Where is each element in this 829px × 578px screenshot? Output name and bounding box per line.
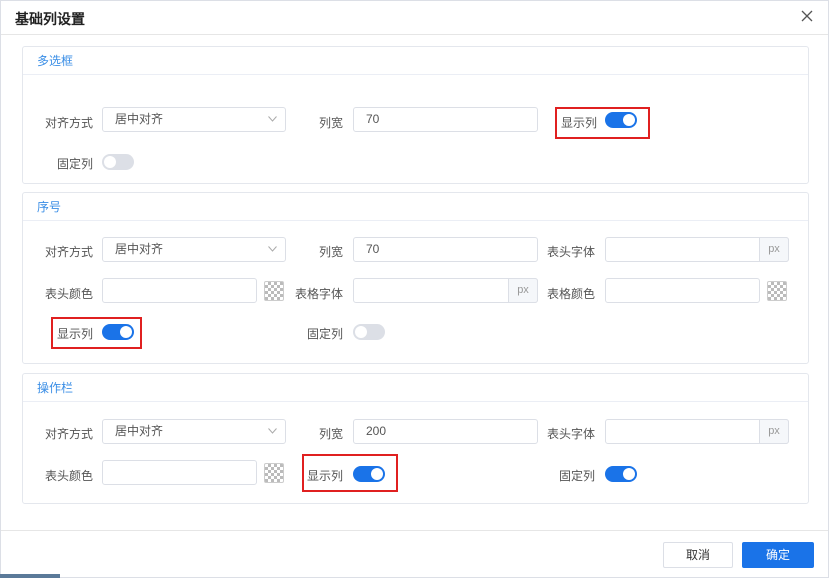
cell-color-label: 表格颜色 [546,287,595,301]
header-color-input[interactable] [102,278,257,303]
color-picker-icon[interactable] [264,281,284,301]
width-input[interactable]: 200 [353,419,538,444]
fixed-column-label: 固定列 [57,157,94,171]
width-value: 70 [366,112,380,126]
px-suffix: px [759,419,789,444]
fixed-column-toggle[interactable] [353,324,385,340]
width-label: 列宽 [318,245,343,259]
align-label: 对齐方式 [44,116,93,130]
align-label: 对齐方式 [44,245,93,259]
align-value: 居中对齐 [115,242,164,256]
color-picker-icon[interactable] [767,281,787,301]
align-label: 对齐方式 [44,427,93,441]
confirm-button[interactable]: 确定 [742,542,814,568]
header-font-label: 表头字体 [546,427,595,441]
cancel-button[interactable]: 取消 [663,542,733,568]
highlight-box [51,317,142,349]
dialog-header: 基础列设置 [1,1,828,35]
px-suffix: px [508,278,538,303]
taskbar-edge [0,574,60,578]
align-select[interactable]: 居中对齐 [102,419,286,444]
cell-font-input[interactable]: px [353,278,538,303]
dialog-title: 基础列设置 [15,11,85,27]
group-title: 多选框 [23,47,808,75]
cell-color-input[interactable] [605,278,760,303]
group-title: 操作栏 [23,374,808,402]
align-value: 居中对齐 [115,424,164,438]
toggle-knob [355,326,367,338]
chevron-down-icon [268,428,277,434]
fixed-column-toggle[interactable] [605,466,637,482]
group-checkbox-column: 多选框 对齐方式 居中对齐 列宽 70 显示列 固定列 [22,46,809,184]
header-color-input[interactable] [102,460,257,485]
group-title: 序号 [23,193,808,221]
width-label: 列宽 [318,116,343,130]
header-color-label: 表头颜色 [44,469,93,483]
chevron-down-icon [268,116,277,122]
header-font-input[interactable]: px [605,419,789,444]
cell-font-label: 表格字体 [294,287,343,301]
width-input[interactable]: 70 [353,237,538,262]
width-value: 70 [366,242,380,256]
dialog-footer: 取消 确定 [1,530,828,578]
color-picker-icon[interactable] [264,463,284,483]
width-input[interactable]: 70 [353,107,538,132]
group-index-column: 序号 对齐方式 居中对齐 列宽 70 表头字体 px 表头颜色 表格字体 px … [22,192,809,364]
width-label: 列宽 [318,427,343,441]
header-font-label: 表头字体 [546,245,595,259]
header-color-label: 表头颜色 [44,287,93,301]
fixed-column-label: 固定列 [307,327,344,341]
fixed-column-label: 固定列 [559,469,596,483]
align-select[interactable]: 居中对齐 [102,107,286,132]
column-settings-dialog: 基础列设置 多选框 对齐方式 居中对齐 列宽 70 显示列 固定列 序号 对齐方… [0,0,829,578]
width-value: 200 [366,424,387,438]
chevron-down-icon [268,246,277,252]
group-action-column: 操作栏 对齐方式 居中对齐 列宽 200 表头字体 px 表头颜色 显示列 固定… [22,373,809,504]
px-suffix: px [759,237,789,262]
fixed-column-toggle[interactable] [102,154,134,170]
header-font-input[interactable]: px [605,237,789,262]
dialog-body: 多选框 对齐方式 居中对齐 列宽 70 显示列 固定列 序号 对齐方式 居中对齐 [1,36,828,530]
highlight-box [555,107,650,139]
toggle-knob [623,468,635,480]
highlight-box [302,454,398,492]
align-select[interactable]: 居中对齐 [102,237,286,262]
close-icon[interactable] [798,7,816,25]
align-value: 居中对齐 [115,112,164,126]
toggle-knob [104,156,116,168]
